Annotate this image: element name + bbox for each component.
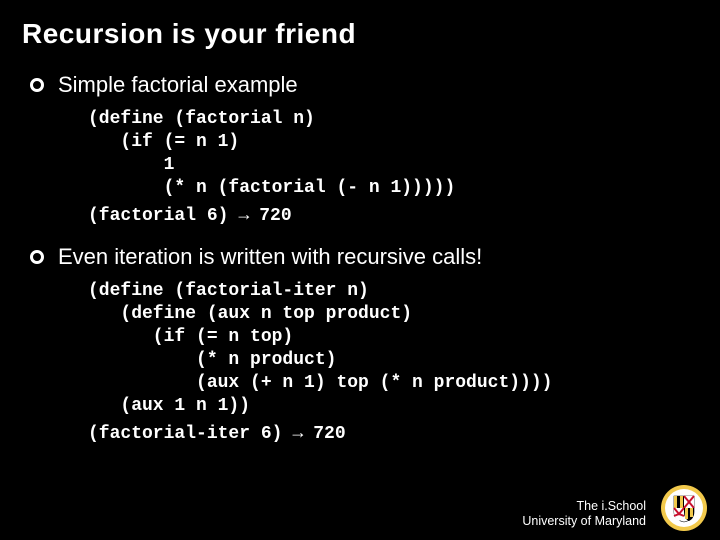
footer: The i.School University of Maryland (522, 499, 646, 530)
slide-title: Recursion is your friend (0, 0, 720, 64)
code-block-factorial: (define (factorial n) (if (= n 1) 1 (* n… (88, 108, 720, 200)
code-call: (factorial-iter 6) (88, 424, 282, 444)
code-result-line: (factorial-iter 6) → 720 (88, 424, 720, 444)
bullet-item: Even iteration is written with recursive… (30, 244, 720, 270)
code-block-factorial-iter: (define (factorial-iter n) (define (aux … (88, 280, 720, 418)
footer-line-2: University of Maryland (522, 514, 646, 530)
bullet-icon (30, 250, 44, 264)
bullet-icon (30, 78, 44, 92)
bullet-text: Simple factorial example (58, 72, 298, 98)
bullet-text: Even iteration is written with recursive… (58, 244, 482, 270)
arrow-icon: → (238, 206, 249, 226)
arrow-icon: → (292, 424, 303, 444)
code-result: 720 (259, 206, 291, 226)
slide-body: Simple factorial example (define (factor… (0, 72, 720, 444)
umd-seal-icon (660, 484, 708, 532)
code-call: (factorial 6) (88, 206, 228, 226)
footer-line-1: The i.School (522, 499, 646, 515)
code-result-line: (factorial 6) → 720 (88, 206, 720, 226)
code-result: 720 (313, 424, 345, 444)
bullet-item: Simple factorial example (30, 72, 720, 98)
